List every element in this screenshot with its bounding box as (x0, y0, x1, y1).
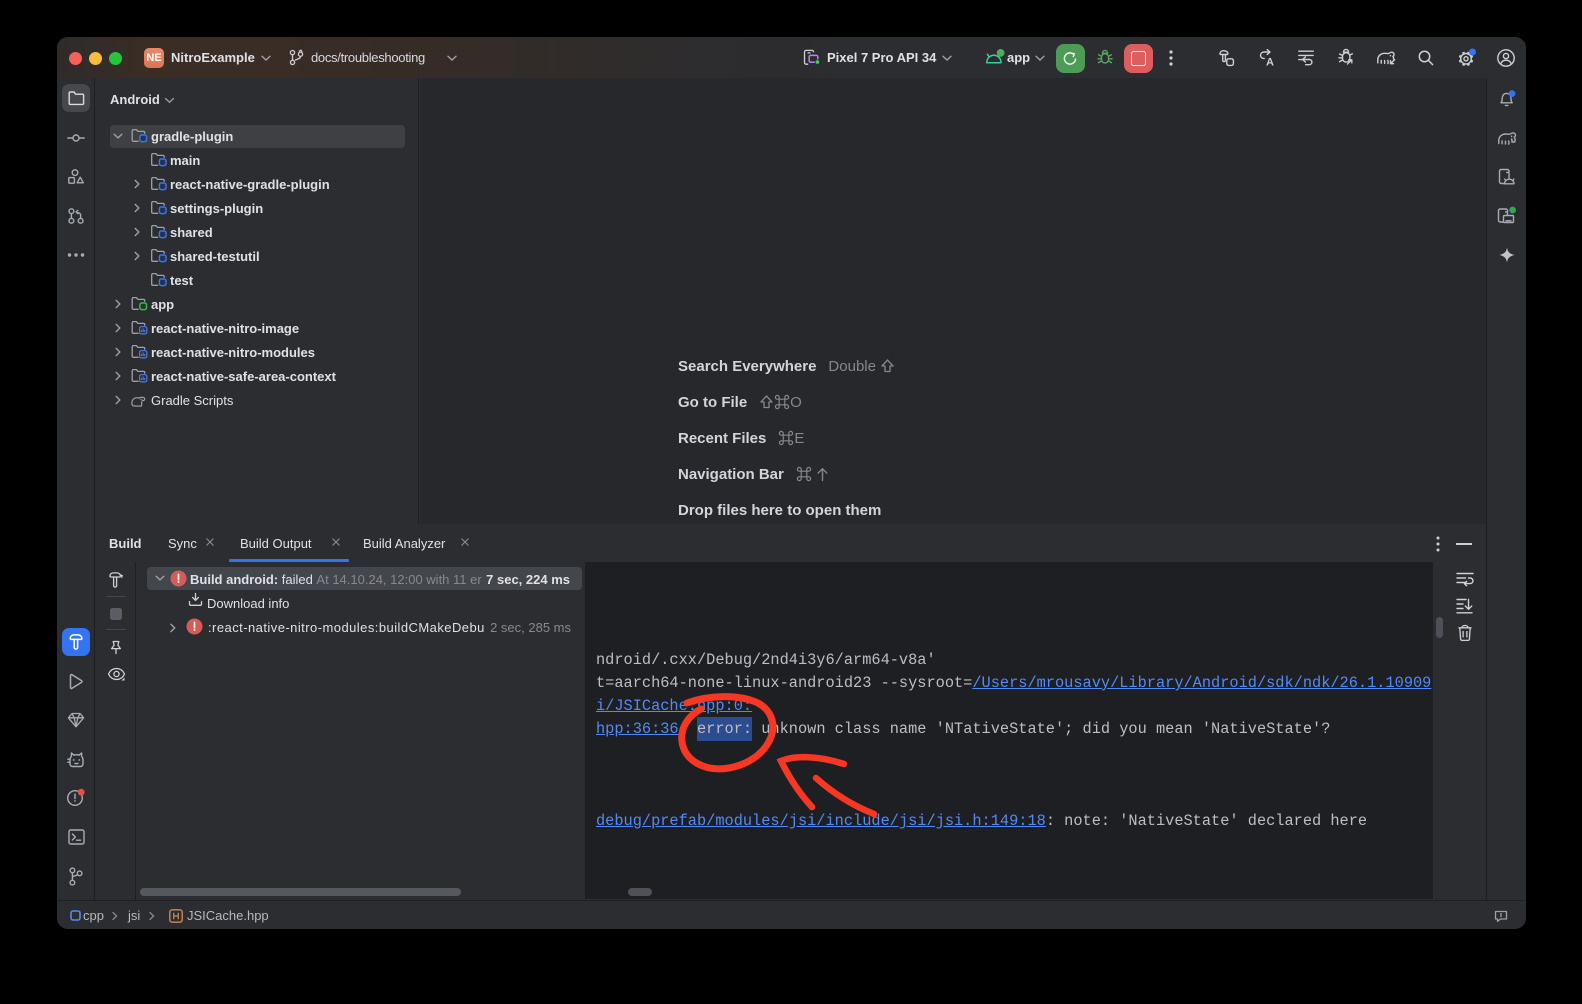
svg-text:A: A (1266, 57, 1274, 69)
